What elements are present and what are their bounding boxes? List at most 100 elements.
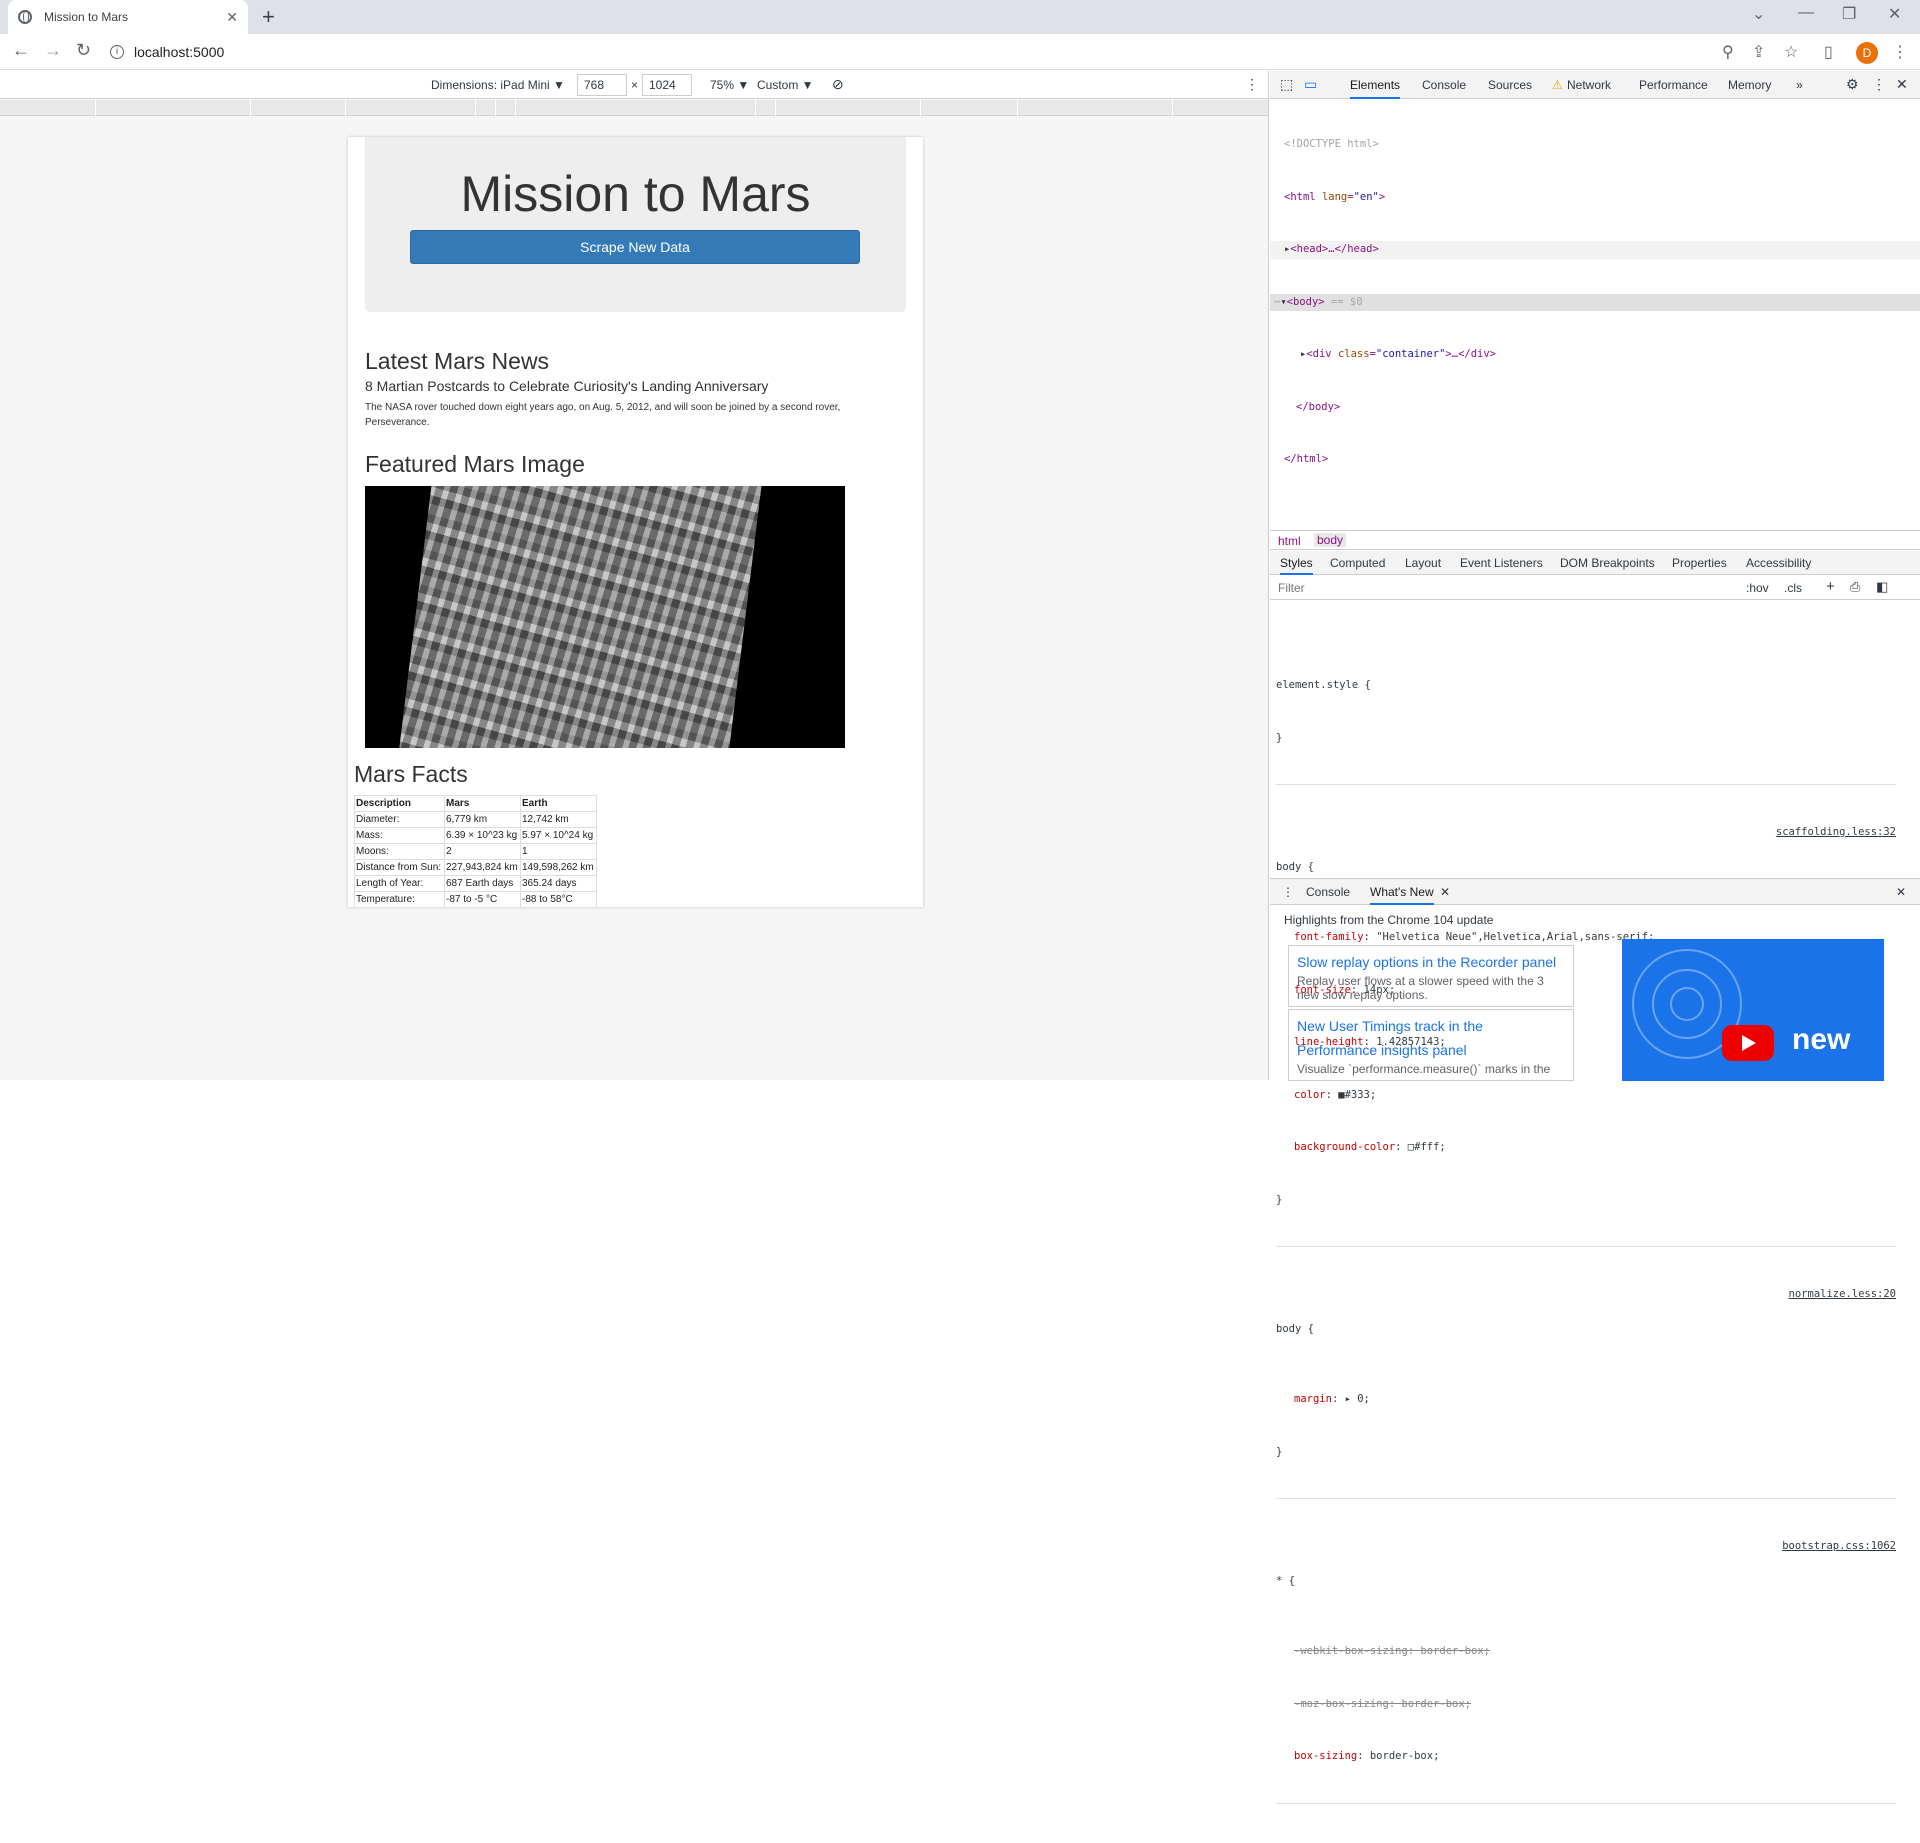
table-cell: 1: [520, 843, 597, 860]
source-link[interactable]: scaffolding.less:32: [1776, 824, 1896, 842]
dom-tree: <!DOCTYPE html> <html lang="en"> ▸<head>…: [1270, 101, 1920, 504]
dom-node-doctype[interactable]: <!DOCTYPE html>: [1270, 136, 1920, 154]
table-cell: Mass:: [354, 827, 445, 844]
subtab-layout[interactable]: Layout: [1405, 556, 1441, 570]
media-query-ruler[interactable]: [0, 100, 1268, 116]
device-toggle-icon[interactable]: ▭: [1304, 76, 1317, 93]
card-title[interactable]: Slow replay options in the Recorder pane…: [1297, 950, 1565, 974]
scrape-button[interactable]: Scrape New Data: [410, 230, 860, 264]
device-height-input[interactable]: [642, 74, 692, 96]
news-paragraph: The NASA rover touched down eight years …: [365, 402, 841, 428]
throttle-select[interactable]: Custom ▼: [757, 78, 814, 92]
table-cell: 5.97 × 10^24 kg: [520, 827, 597, 844]
subtab-accessibility[interactable]: Accessibility: [1746, 556, 1811, 570]
breadcrumb-body[interactable]: body: [1314, 533, 1347, 547]
whats-new-card[interactable]: New User Timings track in the Performanc…: [1288, 1009, 1574, 1081]
settings-gear-icon[interactable]: ⚙: [1846, 76, 1859, 93]
styles-filter-bar: Filter :hov .cls + ⎙ ◧: [1270, 576, 1920, 600]
dom-node-body[interactable]: ⋯▾<body> == $0: [1270, 293, 1920, 311]
forward-icon[interactable]: →: [44, 40, 62, 61]
close-whats-new-icon[interactable]: ✕: [1440, 885, 1450, 899]
subtab-dom-breakpoints[interactable]: DOM Breakpoints: [1560, 556, 1655, 570]
more-tabs-icon[interactable]: »: [1796, 78, 1803, 92]
subtab-styles[interactable]: Styles: [1280, 556, 1313, 575]
dom-node-html-close[interactable]: </html>: [1270, 451, 1920, 469]
avatar[interactable]: D: [1856, 42, 1878, 64]
devtools-drawer: ⋮ Console What's New ✕ ✕ Highlights from…: [1270, 878, 1920, 1081]
tab-search-icon[interactable]: ⌄: [1752, 4, 1765, 24]
table-cell: -87 to -5 °C: [444, 891, 521, 907]
source-link[interactable]: normalize.less:20: [1789, 1286, 1896, 1304]
chrome-menu-icon[interactable]: ⋮: [1892, 42, 1908, 62]
table-row: Length of Year: 687 Earth days 365.24 days: [354, 875, 597, 892]
window-close-icon[interactable]: ✕: [1888, 4, 1901, 24]
subtab-computed[interactable]: Computed: [1330, 556, 1385, 570]
play-icon[interactable]: [1722, 1025, 1774, 1061]
tab-sources[interactable]: Sources: [1488, 78, 1532, 92]
zoom-select[interactable]: 75% ▼: [710, 78, 749, 92]
devtools-close-icon[interactable]: ✕: [1896, 76, 1908, 93]
mars-facts-table: Description Mars Earth Diameter: 6,779 km…: [354, 795, 597, 907]
device-more-icon[interactable]: ⋮: [1245, 76, 1259, 93]
drawer-menu-icon[interactable]: ⋮: [1282, 885, 1294, 899]
tab-console[interactable]: Console: [1422, 78, 1466, 92]
tab-memory[interactable]: Memory: [1728, 78, 1771, 92]
bookmark-star-icon[interactable]: ☆: [1784, 42, 1798, 62]
restore-icon[interactable]: ❐: [1842, 4, 1856, 24]
drawer-tab-whats-new[interactable]: What's New: [1370, 885, 1434, 905]
close-tab-icon[interactable]: ✕: [226, 9, 238, 26]
rotate-icon[interactable]: ⊘: [832, 76, 844, 93]
emulated-page: Mission to Mars Scrape New Data Latest M…: [348, 137, 923, 907]
back-icon[interactable]: ←: [12, 40, 30, 61]
subtab-properties[interactable]: Properties: [1672, 556, 1727, 570]
filter-input[interactable]: Filter: [1278, 581, 1305, 595]
devtools-panel: ⬚ ▭ Elements Console Sources ⚠ Network P…: [1270, 71, 1920, 1804]
new-rule-icon[interactable]: +: [1826, 578, 1835, 595]
card-title[interactable]: New User Timings track in the Performanc…: [1297, 1014, 1565, 1062]
device-dimensions-select[interactable]: Dimensions: iPad Mini ▼: [431, 78, 565, 92]
styles-subtabs: Styles Computed Layout Event Listeners D…: [1270, 551, 1920, 575]
reload-icon[interactable]: ↻: [76, 40, 91, 61]
table-cell: 6.39 × 10^23 kg: [444, 827, 521, 844]
card-description: Replay user flows at a slower speed with…: [1297, 974, 1544, 1002]
breadcrumb-html[interactable]: html: [1278, 534, 1301, 548]
tab-elements[interactable]: Elements: [1350, 78, 1401, 99]
whats-new-card[interactable]: Slow replay options in the Recorder pane…: [1288, 945, 1574, 1007]
share-icon[interactable]: ⇪: [1752, 42, 1765, 62]
drawer-tab-console[interactable]: Console: [1306, 885, 1350, 899]
table-row: Diameter: 6,779 km 12,742 km: [354, 811, 597, 828]
whats-new-video[interactable]: new: [1622, 939, 1884, 1081]
side-panel-icon[interactable]: ▯: [1824, 42, 1833, 62]
styles-pane: element.style { } body { scaffolding.les…: [1276, 607, 1896, 1843]
table-header-row: Description Mars Earth: [354, 795, 597, 812]
subtab-event-listeners[interactable]: Event Listeners: [1460, 556, 1543, 570]
browser-tab[interactable]: Mission to Mars ✕: [8, 0, 248, 34]
dom-node-div-container[interactable]: ▸<div class="container">…</div>: [1270, 346, 1920, 364]
warning-icon: ⚠: [1552, 78, 1563, 92]
paint-icon[interactable]: ⎙: [1850, 579, 1860, 595]
tab-performance[interactable]: Performance: [1639, 78, 1708, 92]
minimize-icon[interactable]: —: [1798, 4, 1814, 22]
source-link[interactable]: bootstrap.css:1062: [1782, 1538, 1896, 1556]
sidebar-toggle-icon[interactable]: ◧: [1876, 579, 1888, 595]
address-bar[interactable]: i localhost:5000: [110, 38, 1710, 66]
hov-toggle[interactable]: :hov: [1746, 581, 1769, 595]
table-row: Temperature: -87 to -5 °C -88 to 58°C: [354, 891, 597, 907]
inspect-element-icon[interactable]: ⬚: [1280, 76, 1293, 93]
table-header: Description: [354, 795, 445, 812]
table-row: Moons: 2 1: [354, 843, 597, 860]
tab-network[interactable]: Network: [1567, 78, 1611, 92]
site-info-icon[interactable]: i: [110, 45, 124, 59]
new-tab-icon[interactable]: +: [262, 4, 275, 30]
breadcrumb: html body: [1270, 530, 1920, 550]
dom-node-head[interactable]: ▸<head>…</head>: [1270, 241, 1920, 259]
table-row: Distance from Sun: 227,943,824 km 149,598,…: [354, 859, 597, 876]
cls-toggle[interactable]: .cls: [1784, 581, 1802, 595]
zoom-icon[interactable]: ⚲: [1722, 42, 1734, 62]
dom-node-body-close[interactable]: </body>: [1270, 399, 1920, 417]
devtools-menu-icon[interactable]: ⋮: [1872, 76, 1886, 93]
drawer-close-icon[interactable]: ✕: [1896, 885, 1906, 899]
dom-node-html[interactable]: <html lang="en">: [1270, 189, 1920, 207]
style-rule-element: element.style { }: [1276, 642, 1896, 785]
device-width-input[interactable]: [577, 74, 627, 96]
